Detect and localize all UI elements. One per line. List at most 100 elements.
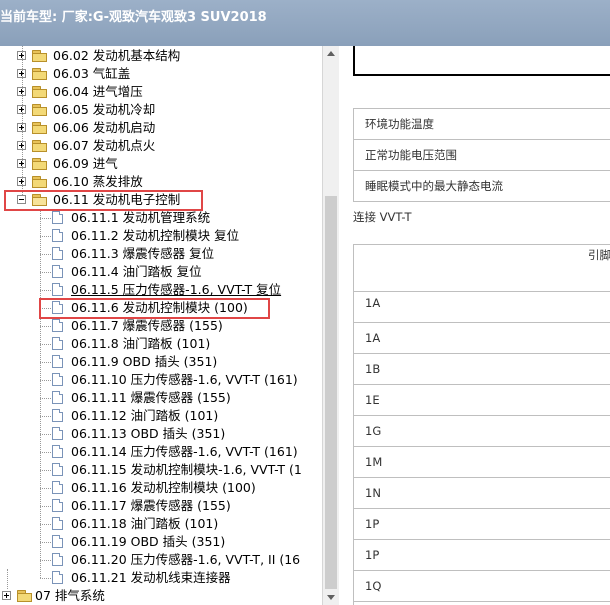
pin-header-label: 引脚 <box>588 248 610 262</box>
spec-cell: 环境功能温度 <box>354 109 610 140</box>
tree-item-folder[interactable]: 06.02 发动机基本结构 <box>0 47 322 65</box>
tree-connector-line <box>40 254 51 255</box>
folder-icon <box>32 104 48 116</box>
tree-item-label: 06.11.18 油门踏板 (101) <box>71 516 219 531</box>
pin-row: 1E <box>354 385 610 416</box>
tree-item-label: 06.09 进气 <box>53 156 118 171</box>
tree-item-document[interactable]: 06.11.12 油门踏板 (101) <box>0 407 322 425</box>
pin-label: 1E <box>365 393 380 407</box>
pin-label: 1P <box>365 548 380 562</box>
folder-icon <box>32 140 48 152</box>
tree-item-label: 06.05 发动机冷却 <box>53 102 156 117</box>
tree-item-label: 06.10 蒸发排放 <box>53 174 143 189</box>
tree-connector-line <box>40 506 51 507</box>
tree-item-document[interactable]: 06.11.14 压力传感器-1.6, VVT-T (161) <box>0 443 322 461</box>
tree-item-document[interactable]: 06.11.4 油门踏板 复位 <box>0 263 322 281</box>
tree-connector-line <box>40 380 51 381</box>
connector-label: 连接 VVT-T <box>353 210 412 224</box>
folder-icon <box>32 122 48 134</box>
pin-label: 1A <box>365 331 381 345</box>
pin-row: 1G <box>354 416 610 447</box>
tree-item-document[interactable]: 06.11.20 压力传感器-1.6, VVT-T, II (16 <box>0 551 322 569</box>
tree-item-folder[interactable]: 06.04 进气增压 <box>0 83 322 101</box>
tree-connector-line <box>40 218 51 219</box>
folder-icon <box>32 86 48 98</box>
document-icon <box>52 319 63 332</box>
document-icon <box>52 409 63 422</box>
tree-item-document[interactable]: 06.11.7 爆震传感器 (155) <box>0 317 322 335</box>
tree-item-label: 06.11.2 发动机控制模块 复位 <box>71 228 240 243</box>
document-icon <box>52 499 63 512</box>
tree-item-document[interactable]: 06.11.11 爆震传感器 (155) <box>0 389 322 407</box>
folder-icon <box>32 158 48 170</box>
tree-guide-line <box>40 209 41 578</box>
tree-connector-line <box>40 488 51 489</box>
tree-connector-line <box>40 470 51 471</box>
pin-label: 1B <box>365 362 381 376</box>
tree-view[interactable]: 06.02 发动机基本结构 06.03 气缸盖 06.04 进气增压 06.05 发动… <box>0 46 322 605</box>
tree-connector-line <box>40 344 51 345</box>
tree-item-document[interactable]: 06.11.17 爆震传感器 (155) <box>0 497 322 515</box>
tree-item-label: 06.11.19 OBD 插头 (351) <box>71 534 226 549</box>
document-icon <box>52 463 63 476</box>
tree-item-folder[interactable]: 06.03 气缸盖 <box>0 65 322 83</box>
tree-item-document[interactable]: 06.11.3 爆震传感器 复位 <box>0 245 322 263</box>
tree-item-label: 06.03 气缸盖 <box>53 66 131 81</box>
tree-item-label: 06.11.9 OBD 插头 (351) <box>71 354 218 369</box>
tree-item-label: 06.11.5 压力传感器-1.6, VVT-T 复位 <box>71 282 282 297</box>
tree-connector-line <box>40 290 51 291</box>
tree-item-document[interactable]: 06.11.18 油门踏板 (101) <box>0 515 322 533</box>
document-icon <box>52 517 63 530</box>
tree-connector-line <box>40 362 51 363</box>
pin-label: 1G <box>365 424 382 438</box>
tree-item-document[interactable]: 06.11.13 OBD 插头 (351) <box>0 425 322 443</box>
tree-item-document[interactable]: 06.11.9 OBD 插头 (351) <box>0 353 322 371</box>
document-icon <box>52 571 63 584</box>
pin-label: 1M <box>365 455 383 469</box>
tree-item-document[interactable]: 06.11.15 发动机控制模块-1.6, VVT-T (1 <box>0 461 322 479</box>
tree-item-label: 06.11.3 爆震传感器 复位 <box>71 246 215 261</box>
document-icon <box>52 229 63 242</box>
highlight-box <box>39 298 270 319</box>
content-top-frame <box>353 46 610 76</box>
tree-item-document[interactable]: 06.11.8 油门踏板 (101) <box>0 335 322 353</box>
folder-icon <box>32 50 48 62</box>
tree-guide-line <box>7 569 8 589</box>
tree-item-label: 06.11.14 压力传感器-1.6, VVT-T (161) <box>71 444 298 459</box>
tree-item-label: 06.11.8 油门踏板 (101) <box>71 336 211 351</box>
document-icon <box>52 373 63 386</box>
expand-icon[interactable] <box>2 591 11 600</box>
tree-item-label: 06.02 发动机基本结构 <box>53 48 181 63</box>
tree-connector-line <box>40 524 51 525</box>
tree-item-label: 06.11.16 发动机控制模块 (100) <box>71 480 256 495</box>
document-icon <box>52 283 63 296</box>
document-icon <box>52 481 63 494</box>
scroll-up-button[interactable] <box>323 46 339 62</box>
tree-item-document[interactable]: 06.11.1 发动机管理系统 <box>0 209 322 227</box>
tree-item-document[interactable]: 06.11.19 OBD 插头 (351) <box>0 533 322 551</box>
tree-item-folder[interactable]: 07 排气系统 <box>0 587 322 605</box>
tree-item-label: 06.11.1 发动机管理系统 <box>71 210 211 225</box>
tree-item-folder[interactable]: 06.07 发动机点火 <box>0 137 322 155</box>
tree-item-folder[interactable]: 06.05 发动机冷却 <box>0 101 322 119</box>
document-icon <box>52 265 63 278</box>
tree-item-folder[interactable]: 06.06 发动机启动 <box>0 119 322 137</box>
pin-table: 引脚 1A 1A 1B 1E 1G 1M 1N 1P 1P 1Q <box>353 244 610 605</box>
pin-row: 1A <box>354 323 610 354</box>
pin-row: 1M <box>354 447 610 478</box>
tree-item-folder[interactable]: 06.10 蒸发排放 <box>0 173 322 191</box>
document-icon <box>52 247 63 260</box>
scroll-down-button[interactable] <box>323 589 339 605</box>
tree-item-label: 06.07 发动机点火 <box>53 138 156 153</box>
tree-item-document[interactable]: 06.11.16 发动机控制模块 (100) <box>0 479 322 497</box>
tree-scrollbar[interactable] <box>322 46 339 605</box>
tree-item-document[interactable]: 06.11.10 压力传感器-1.6, VVT-T (161) <box>0 371 322 389</box>
scroll-thumb[interactable] <box>325 196 337 601</box>
pin-row: 1P <box>354 509 610 540</box>
tree-item-folder[interactable]: 06.09 进气 <box>0 155 322 173</box>
tree-connector-line <box>40 578 51 579</box>
tree-item-label: 06.11.21 发动机线束连接器 <box>71 570 231 585</box>
tree-item-document[interactable]: 06.11.21 发动机线束连接器 <box>0 569 322 587</box>
tree-item-document[interactable]: 06.11.5 压力传感器-1.6, VVT-T 复位 <box>0 281 322 299</box>
tree-item-document[interactable]: 06.11.2 发动机控制模块 复位 <box>0 227 322 245</box>
